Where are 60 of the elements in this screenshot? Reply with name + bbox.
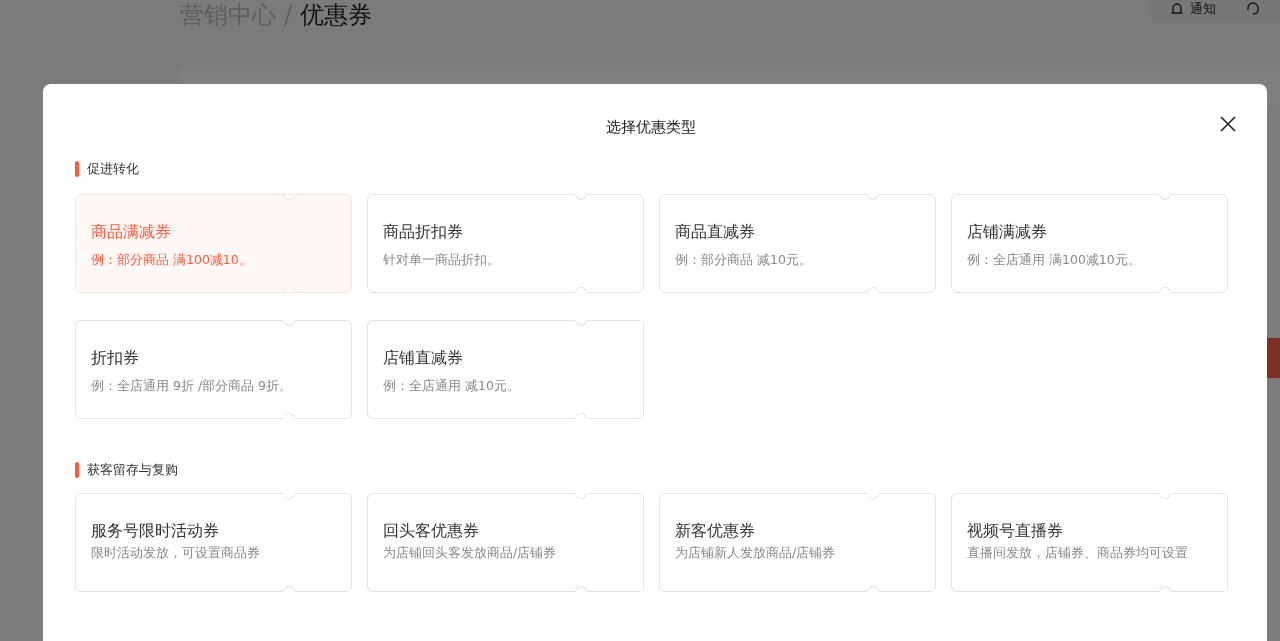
card-notch bbox=[575, 194, 587, 200]
bell-icon[interactable] bbox=[1170, 2, 1184, 16]
card-notch bbox=[1159, 194, 1171, 200]
dialog-title: 选择优惠类型 bbox=[605, 117, 697, 137]
card-title: 折扣券 bbox=[91, 347, 140, 369]
breadcrumb-current: 优惠券 bbox=[300, 0, 373, 30]
card-notch bbox=[867, 194, 879, 200]
card-notch bbox=[1159, 586, 1171, 592]
card-description: 为店铺新人发放商品/店铺券 bbox=[675, 544, 837, 562]
card-description: 例：部分商品 满100减10。 bbox=[91, 251, 253, 269]
coupon-type-card[interactable]: 服务号限时活动券 限时活动发放，可设置商品券 bbox=[75, 493, 352, 592]
card-description: 为店铺回头客发放商品/店铺券 bbox=[383, 544, 558, 562]
coupon-type-card[interactable]: 商品折扣券 针对单一商品折扣。 bbox=[367, 194, 644, 293]
breadcrumb-separator: / bbox=[284, 0, 293, 30]
card-title: 商品满减券 bbox=[91, 221, 172, 243]
card-notch bbox=[575, 320, 587, 326]
coupon-type-card[interactable]: 店铺满减券 例：全店通用 满100减10元。 bbox=[951, 194, 1228, 293]
card-description: 针对单一商品折扣。 bbox=[383, 251, 501, 269]
card-description: 直播间发放，店铺券、商品券均可设置 bbox=[967, 544, 1189, 562]
section-marker bbox=[75, 462, 79, 478]
section-title: 获客留存与复购 bbox=[87, 461, 178, 479]
section-marker bbox=[75, 161, 79, 177]
card-description: 限时活动发放，可设置商品券 bbox=[91, 544, 261, 562]
card-notch bbox=[867, 586, 879, 592]
notice-button[interactable]: 通知 bbox=[1190, 2, 1216, 16]
card-notch bbox=[283, 493, 295, 499]
card-title: 新客优惠券 bbox=[675, 520, 756, 542]
card-notch bbox=[575, 586, 587, 592]
section-title: 促进转化 bbox=[87, 160, 139, 178]
card-notch bbox=[283, 413, 295, 419]
coupon-type-card[interactable]: 新客优惠券 为店铺新人发放商品/店铺券 bbox=[659, 493, 936, 592]
card-notch bbox=[575, 493, 587, 499]
card-notch bbox=[1159, 287, 1171, 293]
card-notch bbox=[867, 493, 879, 499]
card-description: 例：全店通用 减10元。 bbox=[383, 377, 521, 395]
card-notch bbox=[283, 287, 295, 293]
coupon-type-card[interactable]: 视频号直播券 直播间发放，店铺券、商品券均可设置 bbox=[951, 493, 1228, 592]
card-notch bbox=[1159, 493, 1171, 499]
card-description: 例：全店通用 满100减10元。 bbox=[967, 251, 1142, 269]
coupon-type-card[interactable]: 店铺直减券 例：全店通用 减10元。 bbox=[367, 320, 644, 419]
card-title: 商品直减券 bbox=[675, 221, 756, 243]
coupon-type-card[interactable]: 回头客优惠券 为店铺回头客发放商品/店铺券 bbox=[367, 493, 644, 592]
card-notch bbox=[283, 194, 295, 200]
card-title: 服务号限时活动券 bbox=[91, 520, 220, 542]
card-title: 店铺满减券 bbox=[967, 221, 1048, 243]
coupon-type-card[interactable]: 商品直减券 例：部分商品 减10元。 bbox=[659, 194, 936, 293]
card-title: 店铺直减券 bbox=[383, 347, 464, 369]
card-notch bbox=[283, 586, 295, 592]
card-notch bbox=[867, 287, 879, 293]
card-notch bbox=[575, 287, 587, 293]
card-description: 例：全店通用 9折 /部分商品 9折。 bbox=[91, 377, 294, 395]
card-notch bbox=[283, 320, 295, 326]
headset-icon[interactable] bbox=[1246, 2, 1260, 16]
card-notch bbox=[575, 413, 587, 419]
close-icon[interactable] bbox=[1219, 115, 1237, 133]
coupon-type-card[interactable]: 折扣券 例：全店通用 9折 /部分商品 9折。 bbox=[75, 320, 352, 419]
card-title: 视频号直播券 bbox=[967, 520, 1064, 542]
card-title: 回头客优惠券 bbox=[383, 520, 480, 542]
card-title: 商品折扣券 bbox=[383, 221, 464, 243]
card-description: 例：部分商品 减10元。 bbox=[675, 251, 813, 269]
